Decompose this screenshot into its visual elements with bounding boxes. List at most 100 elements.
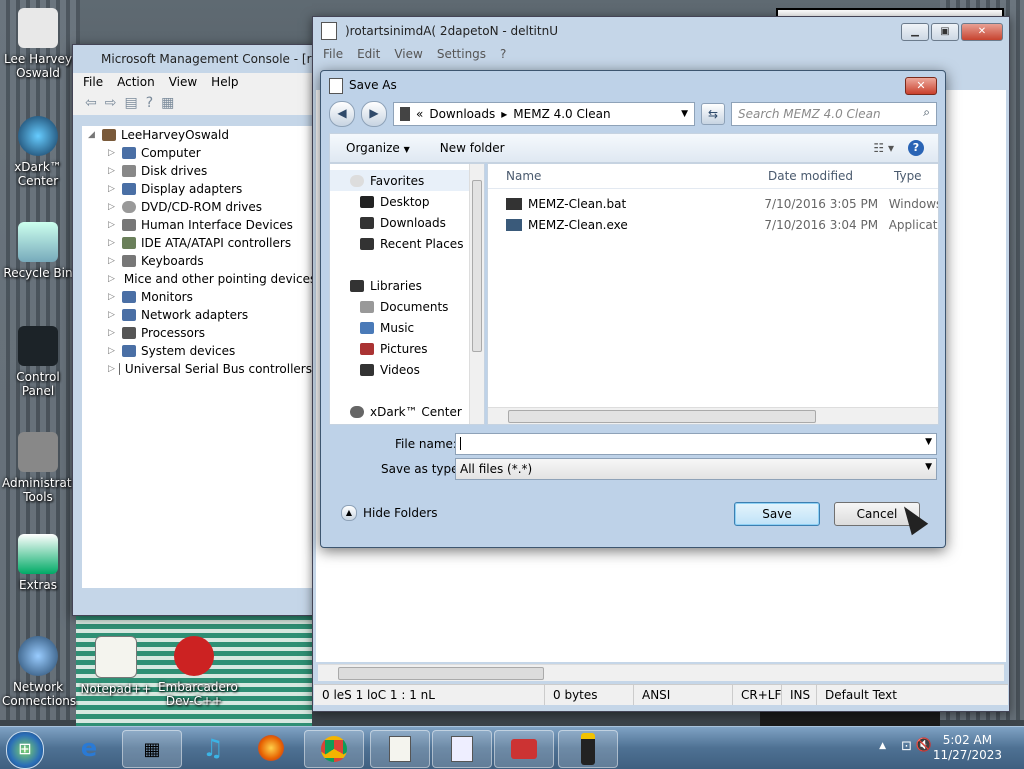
taskbar-notepad[interactable]: [370, 730, 430, 768]
forward-button[interactable]: ▶: [361, 101, 387, 127]
column-name[interactable]: Name: [488, 169, 762, 183]
notepad-menu-help[interactable]: ?: [500, 47, 506, 61]
tree-item[interactable]: ▷ System devices: [82, 342, 312, 360]
taskbar-toolbox[interactable]: [494, 730, 554, 768]
desktop-icon-devcpp[interactable]: Embarcadero Dev-C++: [158, 636, 238, 708]
tree-item[interactable]: ▷ Mice and other pointing devices: [82, 270, 316, 288]
desktop-icon-network[interactable]: Network Connections: [2, 636, 76, 708]
scroll-thumb[interactable]: [508, 410, 816, 423]
expand-arrow-icon[interactable]: ▷: [108, 346, 118, 356]
file-name-input[interactable]: ▼: [455, 433, 937, 455]
notepad-menu-settings[interactable]: Settings: [437, 47, 486, 61]
nav-recent-places[interactable]: Recent Places: [330, 233, 484, 254]
dialog-titlebar[interactable]: Save As: [321, 71, 945, 99]
chevron-down-icon[interactable]: ▼: [681, 109, 688, 119]
desktop-icon-control-panel[interactable]: Control Panel: [2, 326, 74, 398]
close-icon[interactable]: ✕: [905, 77, 937, 95]
expand-arrow-icon[interactable]: ▷: [108, 148, 118, 158]
back-button[interactable]: ◀: [329, 101, 355, 127]
notepad-menu-file[interactable]: File: [323, 47, 343, 61]
breadcrumb-overflow[interactable]: «: [416, 107, 423, 121]
column-date-modified[interactable]: Date modified: [762, 169, 888, 183]
file-row[interactable]: MEMZ-Clean.bat 7/10/2016 3:05 PM Windows: [488, 193, 938, 214]
forward-arrow-icon[interactable]: ⇨: [105, 95, 117, 111]
scroll-thumb[interactable]: [338, 667, 544, 680]
desktop-icon-admin-tools[interactable]: Administrat... Tools: [2, 432, 83, 504]
expand-arrow-icon[interactable]: ▷: [108, 310, 118, 320]
expand-arrow-icon[interactable]: ▷: [108, 238, 118, 248]
mmc-menu-file[interactable]: File: [83, 75, 103, 89]
maximize-icon[interactable]: ▣: [931, 23, 959, 41]
mmc-menu-view[interactable]: View: [169, 75, 197, 89]
tree-item[interactable]: ▷ Processors: [82, 324, 312, 342]
expand-arrow-icon[interactable]: ▷: [108, 274, 115, 284]
expand-arrow-icon[interactable]: ▷: [108, 166, 118, 176]
notepad-hscrollbar[interactable]: [318, 664, 1004, 681]
nav-pictures[interactable]: Pictures: [330, 338, 484, 359]
expand-arrow-icon[interactable]: ▷: [108, 256, 118, 266]
hide-folders-button[interactable]: ▲ Hide Folders: [341, 505, 438, 521]
expand-arrow-icon[interactable]: ▷: [108, 364, 115, 374]
tree-item[interactable]: ▷ IDE ATA/ATAPI controllers: [82, 234, 312, 252]
nav-downloads[interactable]: Downloads: [330, 212, 484, 233]
save-type-select[interactable]: All files (*.*) ▼: [455, 458, 937, 480]
tree-item[interactable]: ▷ Universal Serial Bus controllers: [82, 360, 312, 378]
desktop-icon-xdark[interactable]: xDark™ Center: [2, 116, 74, 188]
desktop-icon-recycle-bin[interactable]: Recycle Bin: [2, 222, 74, 280]
nav-favorites[interactable]: Favorites: [330, 170, 484, 191]
collapse-arrow-icon[interactable]: ◢: [88, 130, 98, 140]
expand-arrow-icon[interactable]: ▷: [108, 202, 118, 212]
desktop-icon-notepad-plus[interactable]: Notepad++: [80, 636, 152, 696]
tree-item[interactable]: ▷ Computer: [82, 144, 312, 162]
taskbar-archive[interactable]: ▦: [122, 730, 182, 768]
taskbar-itunes[interactable]: ♫: [184, 730, 242, 766]
file-list-hscrollbar[interactable]: [488, 407, 938, 424]
tree-item[interactable]: ▷ Disk drives: [82, 162, 312, 180]
desktop-icon-extras[interactable]: Extras: [2, 534, 74, 592]
taskbar-notepad-plus[interactable]: [432, 730, 492, 768]
nav-videos[interactable]: Videos: [330, 359, 484, 380]
nav-libraries[interactable]: Libraries: [330, 275, 484, 296]
nav-documents[interactable]: Documents: [330, 296, 484, 317]
organize-button[interactable]: Organize ▼: [346, 141, 410, 155]
taskbar-chrome[interactable]: [304, 730, 364, 768]
search-input[interactable]: Search MEMZ 4.0 Clean ⌕: [731, 102, 937, 126]
desktop-icon-user[interactable]: Lee Harvey Oswald: [2, 8, 74, 80]
search-icon[interactable]: ⌕: [923, 105, 930, 120]
tree-item[interactable]: ▷ Display adapters: [82, 180, 312, 198]
taskbar-pos-terminal[interactable]: [558, 730, 618, 768]
mmc-titlebar[interactable]: Microsoft Management Console - [retup: [73, 45, 317, 73]
expand-arrow-icon[interactable]: ▷: [108, 292, 118, 302]
properties-icon[interactable]: ▦: [161, 95, 174, 111]
minimize-icon[interactable]: ▁: [901, 23, 929, 41]
breadcrumb-item-memz[interactable]: MEMZ 4.0 Clean: [513, 107, 610, 121]
help-icon[interactable]: ?: [908, 140, 924, 156]
start-button[interactable]: ⊞: [6, 731, 44, 769]
taskbar-firefox[interactable]: [242, 730, 300, 766]
save-button[interactable]: Save: [734, 502, 820, 526]
chevron-down-icon[interactable]: ▼: [925, 437, 932, 447]
scroll-thumb[interactable]: [472, 180, 482, 352]
column-type[interactable]: Type: [888, 169, 922, 183]
address-bar[interactable]: « Downloads ▸ MEMZ 4.0 Clean ▼: [393, 102, 695, 126]
mmc-menu-help[interactable]: Help: [211, 75, 238, 89]
nav-scrollbar[interactable]: [469, 164, 484, 424]
taskbar-internet-explorer[interactable]: e: [60, 730, 118, 766]
notepad-menu-edit[interactable]: Edit: [357, 47, 380, 61]
tree-item[interactable]: ▷ Keyboards: [82, 252, 312, 270]
help-icon[interactable]: ?: [146, 95, 153, 111]
tree-root[interactable]: ◢ LeeHarveyOswald: [82, 126, 312, 144]
new-folder-button[interactable]: New folder: [440, 141, 505, 155]
nav-music[interactable]: Music: [330, 317, 484, 338]
tree-item[interactable]: ▷ Human Interface Devices: [82, 216, 312, 234]
taskbar-clock[interactable]: 5:02 AM 11/27/2023: [933, 733, 1002, 763]
mmc-menu-action[interactable]: Action: [117, 75, 155, 89]
expand-arrow-icon[interactable]: ▷: [108, 220, 118, 230]
tray-expand-icon[interactable]: ▲: [879, 741, 886, 751]
expand-arrow-icon[interactable]: ▷: [108, 184, 118, 194]
expand-arrow-icon[interactable]: ▷: [108, 328, 118, 338]
back-arrow-icon[interactable]: ⇦: [85, 95, 97, 111]
tree-item[interactable]: ▷ Monitors: [82, 288, 312, 306]
nav-desktop[interactable]: Desktop: [330, 191, 484, 212]
console-tree-icon[interactable]: ▤: [124, 95, 137, 111]
